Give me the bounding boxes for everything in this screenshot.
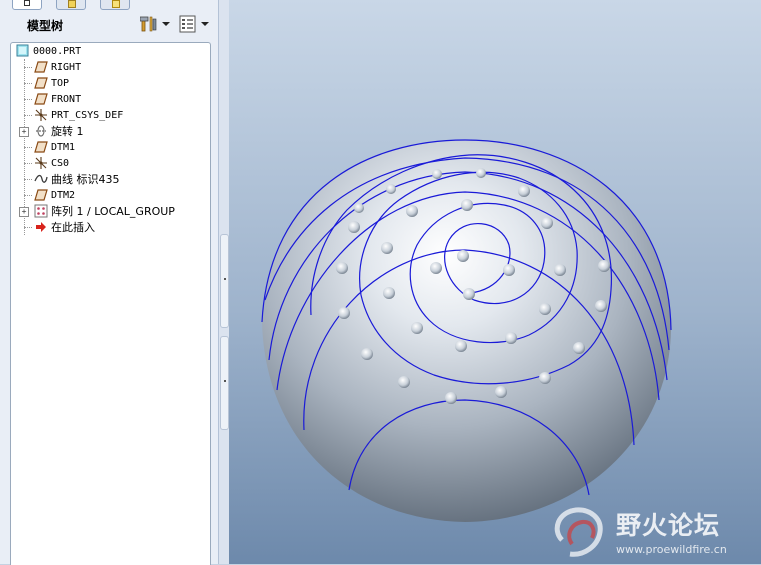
watermark-url: www.proewildfire.cn	[616, 543, 727, 556]
tree-item-curve[interactable]: 曲线 标识435	[34, 171, 120, 187]
tree-item-cs0[interactable]: CS0	[34, 155, 69, 171]
favorites-icon	[112, 0, 120, 8]
tree-connector	[24, 227, 32, 228]
tree-item-top[interactable]: TOP	[34, 75, 69, 91]
splitter-grip[interactable]	[220, 336, 229, 430]
forum-watermark: 野火论坛 www.proewildfire.cn	[546, 500, 761, 564]
tree-item-label: PRT_CSYS_DEF	[51, 109, 124, 121]
watermark-title: 野火论坛	[616, 511, 721, 540]
tree-item-label: 阵列 1 / LOCAL_GROUP	[51, 205, 175, 218]
curve-icon	[34, 172, 48, 186]
expand-toggle[interactable]: +	[19, 127, 29, 137]
flame-logo-icon	[554, 507, 603, 557]
datum-plane-icon	[34, 60, 48, 74]
model-tree: 0000.PRT RIGHT TOP FRONT PRT_CSYS_DEF + …	[10, 42, 211, 565]
model-graphics	[261, 139, 672, 522]
model-tree-tab-icon	[24, 0, 30, 6]
tree-item-front[interactable]: FRONT	[34, 91, 81, 107]
hammer-tools-icon	[140, 16, 157, 32]
csys-icon	[34, 108, 48, 122]
tree-item-label: 曲线 标识435	[51, 173, 120, 186]
tree-connector	[24, 99, 32, 100]
tree-connector	[24, 115, 32, 116]
tree-item-label: 旋转 1	[51, 125, 84, 138]
tree-connector	[24, 195, 32, 196]
insert-here-arrow-icon	[34, 220, 48, 234]
panel-title: 模型树	[27, 19, 64, 33]
tree-item-label: CS0	[51, 157, 70, 169]
tree-connector	[24, 67, 32, 68]
tree-item-pattern[interactable]: 阵列 1 / LOCAL_GROUP	[34, 203, 175, 219]
revolve-icon	[34, 124, 48, 138]
tree-item-part[interactable]: 0000.PRT	[16, 43, 81, 59]
tree-item-label: RIGHT	[51, 61, 82, 73]
panel-header: 模型树	[0, 9, 218, 41]
tree-settings-button[interactable]	[140, 14, 172, 34]
datum-plane-icon	[34, 92, 48, 106]
tree-item-label: 0000.PRT	[33, 45, 82, 57]
chevron-down-icon	[162, 22, 170, 26]
grip-dot	[224, 278, 226, 280]
tree-item-prt-csys-def[interactable]: PRT_CSYS_DEF	[34, 107, 123, 123]
part-icon	[16, 44, 30, 58]
datum-plane-icon	[34, 140, 48, 154]
graphics-viewport[interactable]: 野火论坛 www.proewildfire.cn	[229, 0, 761, 564]
tree-item-right[interactable]: RIGHT	[34, 59, 81, 75]
tree-connector	[24, 83, 32, 84]
tree-item-dtm2[interactable]: DTM2	[34, 187, 75, 203]
tree-item-revolve[interactable]: 旋转 1	[34, 123, 84, 139]
dome-body	[262, 140, 671, 522]
tree-item-label: DTM1	[51, 141, 76, 153]
tree-item-dtm1[interactable]: DTM1	[34, 139, 75, 155]
tree-connector	[24, 163, 32, 164]
csys-icon	[34, 156, 48, 170]
chevron-down-icon	[201, 22, 209, 26]
tree-item-label: TOP	[51, 77, 70, 89]
pattern-icon	[34, 204, 48, 218]
tree-connector	[24, 147, 32, 148]
tree-connector	[24, 179, 32, 180]
folder-icon	[68, 0, 76, 8]
list-view-icon	[179, 15, 196, 33]
expand-toggle[interactable]: +	[19, 207, 29, 217]
tree-item-label: DTM2	[51, 189, 76, 201]
navigator-tabs	[0, 0, 218, 10]
tree-show-button[interactable]	[179, 14, 211, 34]
grip-dot	[224, 380, 226, 382]
datum-plane-icon	[34, 188, 48, 202]
tree-item-label: FRONT	[51, 93, 82, 105]
tree-item-label: 在此插入	[51, 221, 95, 234]
splitter-grip[interactable]	[220, 234, 229, 328]
datum-plane-icon	[34, 76, 48, 90]
model-tree-panel: 模型树 0000.PRT RIGHT TOP FRONT PRT_CSYS_DE…	[0, 0, 218, 565]
tree-item-insert-here[interactable]: 在此插入	[34, 219, 95, 235]
